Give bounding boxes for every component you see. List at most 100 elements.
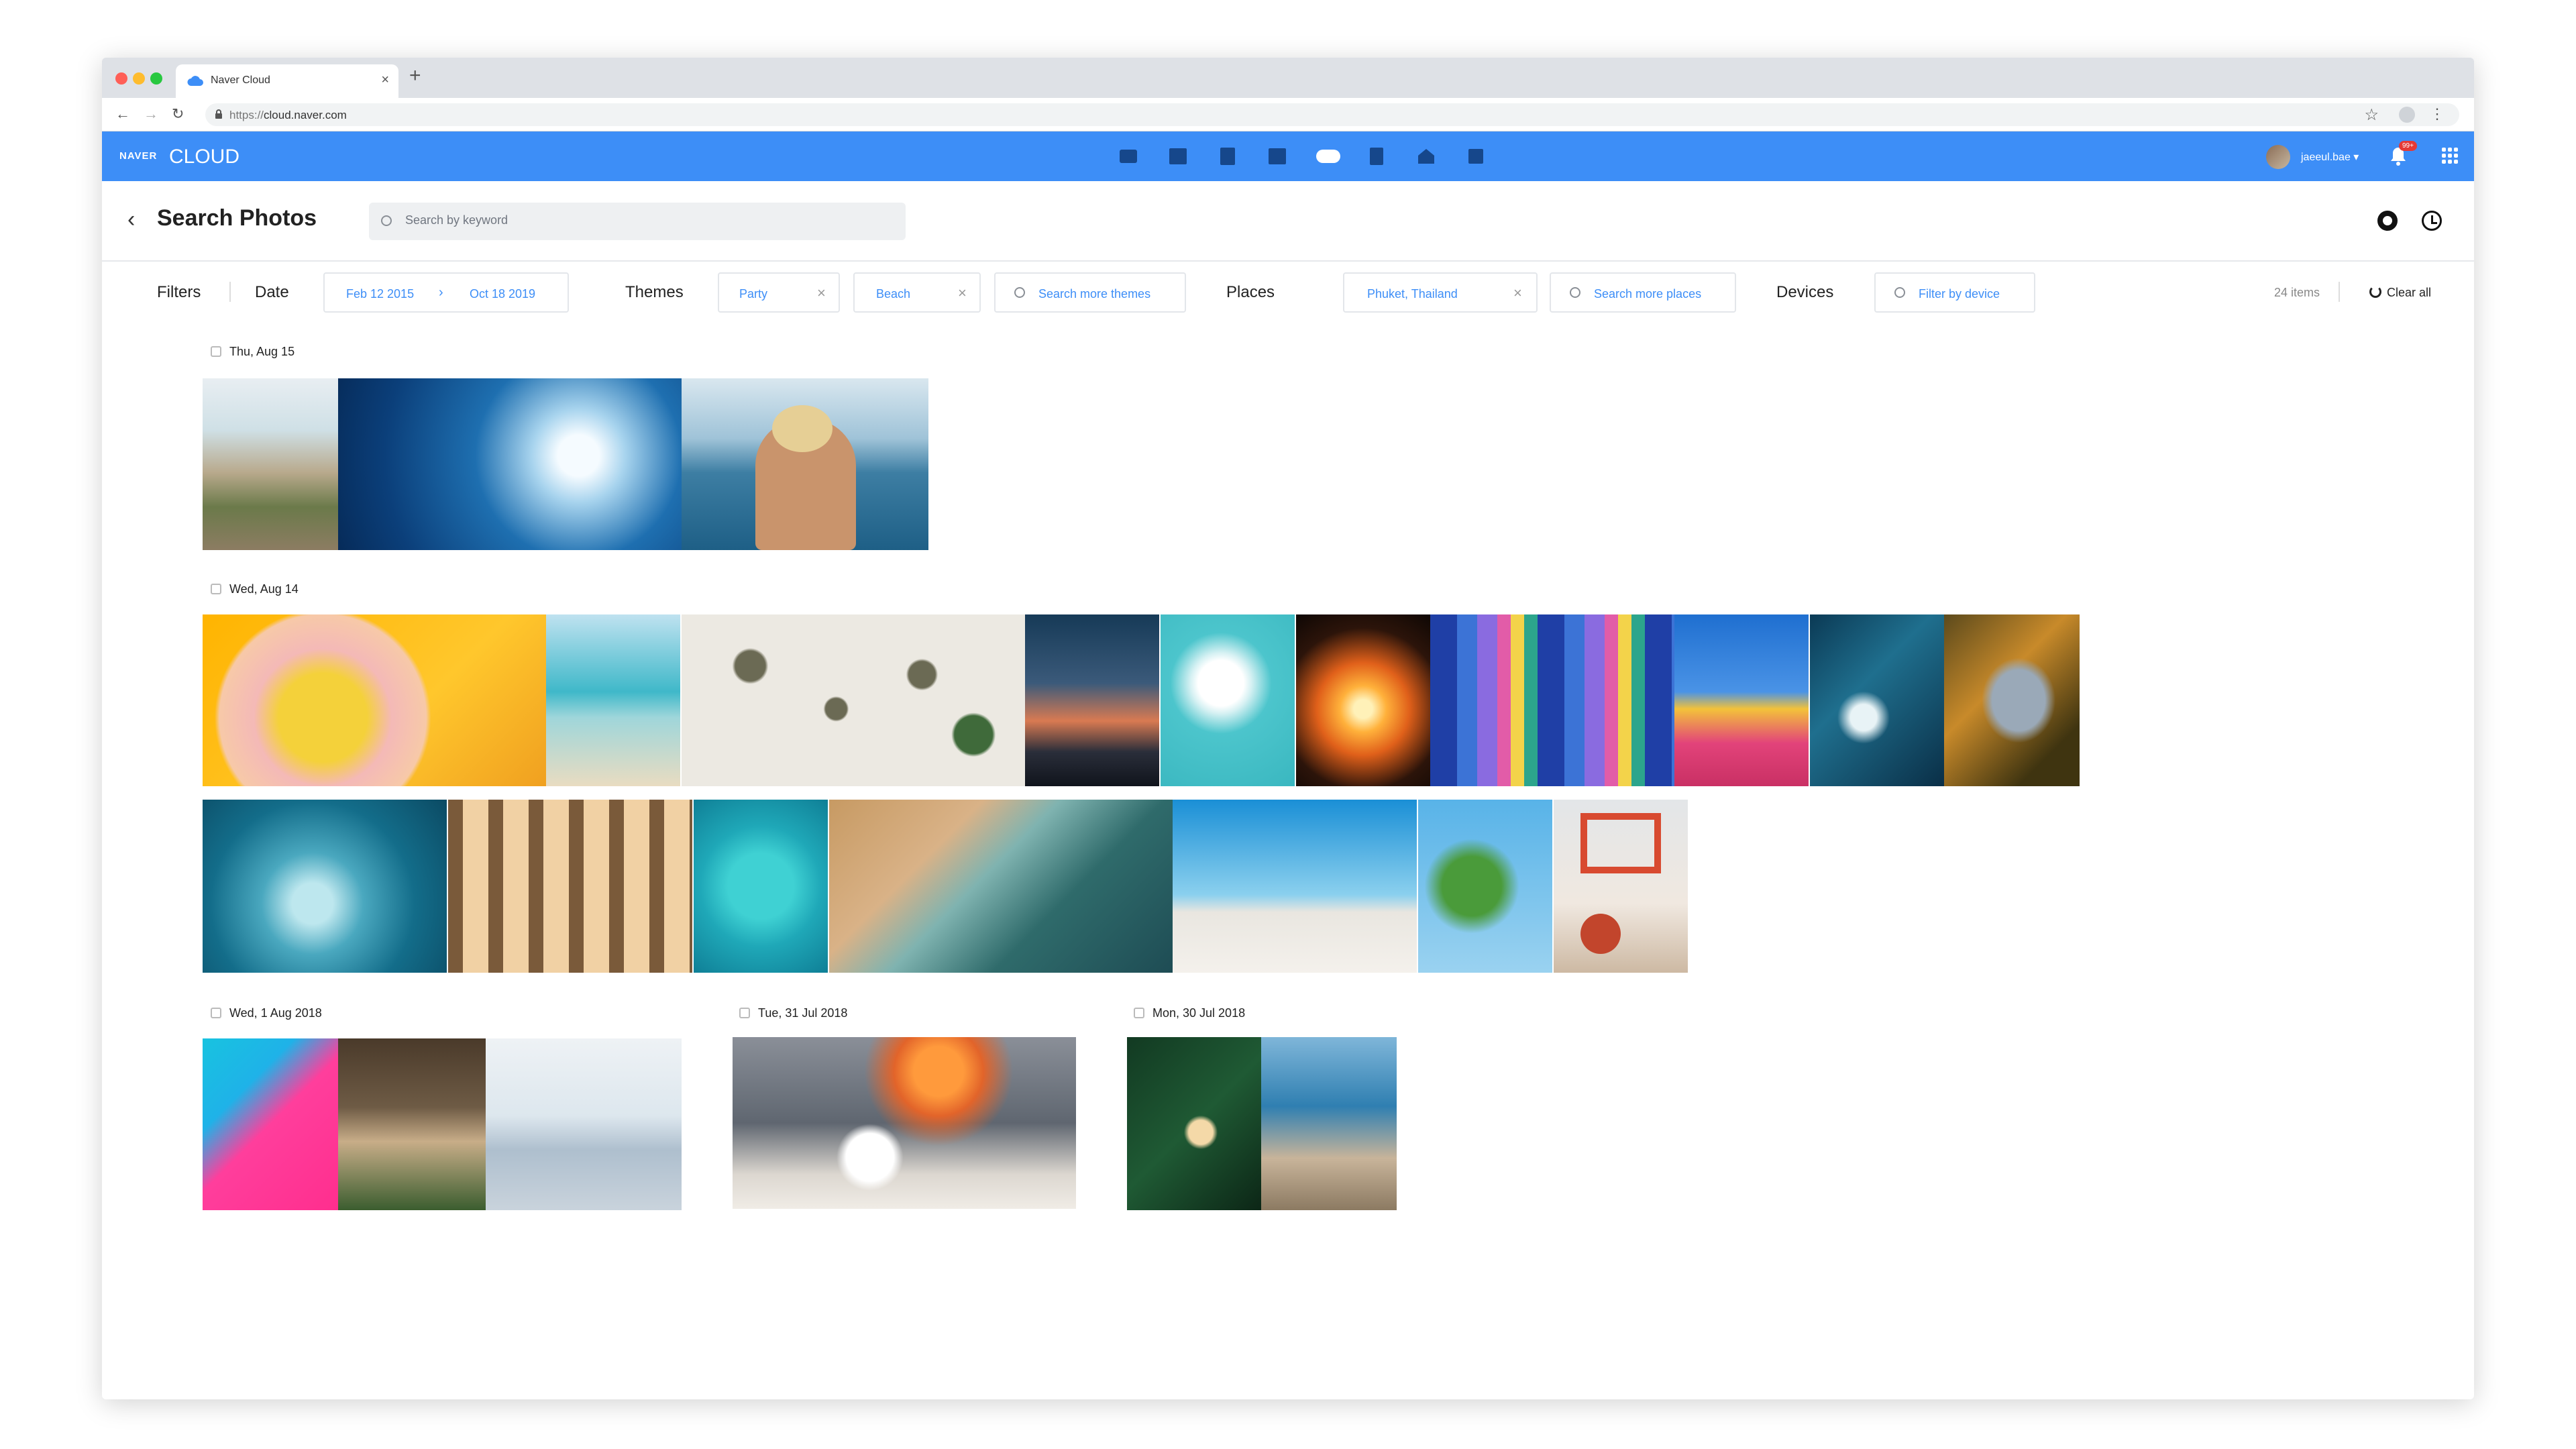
cloud-icon[interactable] xyxy=(1315,148,1342,165)
book-icon[interactable] xyxy=(1367,148,1386,165)
photo-thumbnail[interactable] xyxy=(1127,1037,1261,1210)
date-heading: Tue, 31 Jul 2018 xyxy=(758,1006,848,1020)
photo-thumbnail[interactable] xyxy=(1810,614,1944,786)
theme-chip-label: Party xyxy=(739,287,768,301)
url-field[interactable]: https://cloud.naver.com ☆ ⋮ xyxy=(205,103,2459,126)
search-input[interactable] xyxy=(405,213,875,227)
photo-thumbnail[interactable] xyxy=(1944,614,2080,786)
photo-thumbnail[interactable] xyxy=(1674,614,1809,786)
photo-thumbnail[interactable] xyxy=(1173,800,1417,973)
profile-avatar[interactable] xyxy=(2399,107,2415,123)
photo-thumbnail[interactable] xyxy=(448,800,692,973)
photo-thumbnail[interactable] xyxy=(338,1038,682,1210)
naver-logo[interactable]: NAVER xyxy=(119,150,157,162)
tab-bar: Naver Cloud × + xyxy=(102,58,2474,98)
date-heading: Thu, Aug 15 xyxy=(229,345,295,358)
photo-thumbnail[interactable] xyxy=(682,614,1025,786)
photo-thumbnail[interactable] xyxy=(203,800,447,973)
contacts-icon[interactable] xyxy=(1268,148,1287,165)
settings-gear-icon[interactable] xyxy=(2377,211,2398,231)
address-bar: ← → ↻ https://cloud.naver.com ☆ ⋮ xyxy=(102,98,2474,131)
theme-chip[interactable]: Party × xyxy=(718,272,840,313)
url-text: https://cloud.naver.com xyxy=(229,109,347,121)
photo-thumbnail[interactable] xyxy=(733,1037,1076,1209)
cloud-logo[interactable]: CLOUD xyxy=(169,146,239,168)
photo-thumbnail[interactable] xyxy=(1025,614,1159,786)
date-range-field[interactable]: Feb 12 2015 › Oct 18 2019 xyxy=(323,272,569,313)
maximize-window-button[interactable] xyxy=(150,72,162,85)
date-from[interactable]: Feb 12 2015 xyxy=(346,287,414,301)
group-checkbox[interactable] xyxy=(211,584,221,594)
history-clock-icon[interactable] xyxy=(2422,211,2442,231)
notification-badge: 99+ xyxy=(2399,141,2417,151)
group-checkbox[interactable] xyxy=(211,1008,221,1018)
user-avatar[interactable] xyxy=(2266,145,2290,169)
separator xyxy=(2339,282,2340,302)
search-themes-label: Search more themes xyxy=(1038,287,1151,301)
reset-icon[interactable] xyxy=(2369,286,2381,298)
arrow-right-icon: › xyxy=(439,285,443,300)
photo-thumbnail[interactable] xyxy=(1554,800,1688,973)
theme-chip-label: Beach xyxy=(876,287,911,301)
search-icon xyxy=(381,215,392,226)
date-heading: Mon, 30 Jul 2018 xyxy=(1152,1006,1246,1020)
forward-arrow-icon[interactable]: → xyxy=(144,105,158,123)
clear-all-button[interactable]: Clear all xyxy=(2387,286,2431,300)
theme-chip[interactable]: Beach × xyxy=(853,272,981,313)
photo-thumbnail[interactable] xyxy=(1296,614,1430,786)
search-icon xyxy=(1894,287,1905,298)
themes-label: Themes xyxy=(625,283,684,301)
search-icon xyxy=(1014,287,1025,298)
remove-theme-icon[interactable]: × xyxy=(958,284,967,302)
photo-thumbnail[interactable] xyxy=(203,378,338,550)
photo-thumbnail[interactable] xyxy=(1418,800,1552,973)
apps-grid-icon[interactable] xyxy=(1466,148,1485,165)
photo-thumbnail[interactable] xyxy=(1161,614,1295,786)
place-chip-label: Phuket, Thailand xyxy=(1367,287,1458,301)
search-places-label: Search more places xyxy=(1594,287,1702,301)
place-chip[interactable]: Phuket, Thailand × xyxy=(1343,272,1538,313)
close-tab-icon[interactable]: × xyxy=(381,72,389,88)
divider xyxy=(102,260,2474,262)
reload-icon[interactable]: ↻ xyxy=(172,105,184,123)
minimize-window-button[interactable] xyxy=(133,72,145,85)
calendar-icon[interactable] xyxy=(1169,148,1187,165)
remove-theme-icon[interactable]: × xyxy=(817,284,826,302)
more-menu-icon[interactable]: ⋮ xyxy=(2430,105,2445,123)
memo-icon[interactable] xyxy=(1218,148,1237,165)
mail-icon[interactable] xyxy=(1119,148,1138,165)
group-checkbox[interactable] xyxy=(211,346,221,357)
lock-icon xyxy=(215,109,222,119)
app-header: NAVER CLOUD jaeeul.bae ▾ 99+ xyxy=(102,131,2474,181)
search-bar[interactable] xyxy=(369,203,906,240)
date-to[interactable]: Oct 18 2019 xyxy=(470,287,535,301)
photo-thumbnail[interactable] xyxy=(829,800,1173,973)
photo-thumbnail[interactable] xyxy=(1261,1037,1397,1210)
username-menu[interactable]: jaeeul.bae ▾ xyxy=(2301,150,2359,164)
search-themes-field[interactable]: Search more themes xyxy=(994,272,1186,313)
home-icon[interactable] xyxy=(1417,148,1436,165)
photo-thumbnail[interactable] xyxy=(694,800,828,973)
photo-thumbnail[interactable] xyxy=(203,1038,338,1210)
search-places-field[interactable]: Search more places xyxy=(1550,272,1736,313)
bookmark-star-icon[interactable]: ☆ xyxy=(2364,105,2379,125)
photo-thumbnail[interactable] xyxy=(203,614,546,786)
photo-thumbnail[interactable] xyxy=(338,378,682,550)
device-filter-label: Filter by device xyxy=(1919,287,2000,301)
browser-tab[interactable]: Naver Cloud × xyxy=(176,64,398,98)
back-arrow-icon[interactable]: ← xyxy=(115,105,130,123)
photo-thumbnail[interactable] xyxy=(1430,614,1674,786)
device-filter-field[interactable]: Filter by device xyxy=(1874,272,2035,313)
photo-thumbnail[interactable] xyxy=(546,614,680,786)
photo-thumbnail[interactable] xyxy=(682,378,928,550)
back-chevron-icon[interactable]: ‹ xyxy=(127,207,135,233)
filters-label: Filters xyxy=(157,283,201,301)
menu-grid-icon[interactable] xyxy=(2442,148,2458,164)
group-checkbox[interactable] xyxy=(1134,1008,1144,1018)
new-tab-button[interactable]: + xyxy=(409,66,421,86)
group-checkbox[interactable] xyxy=(739,1008,750,1018)
close-window-button[interactable] xyxy=(115,72,127,85)
date-heading: Wed, Aug 14 xyxy=(229,582,299,596)
date-heading: Wed, 1 Aug 2018 xyxy=(229,1006,322,1020)
remove-place-icon[interactable]: × xyxy=(1513,284,1522,302)
